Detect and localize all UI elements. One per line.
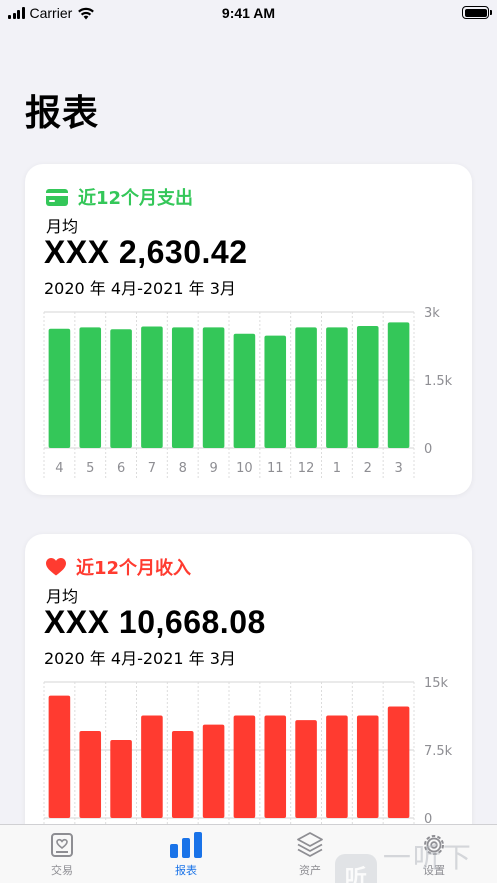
bar-1[interactable] <box>326 327 348 449</box>
bar-11[interactable] <box>264 335 287 449</box>
x-tick-label: 3 <box>394 461 402 476</box>
bar-8[interactable] <box>171 730 194 819</box>
x-tick-label: 6 <box>117 461 125 476</box>
x-tick-label: 8 <box>179 461 187 476</box>
x-tick-label: 2 <box>364 461 372 476</box>
bar-6[interactable] <box>110 329 132 449</box>
x-tick-label: 7 <box>148 461 156 476</box>
bar-12[interactable] <box>295 720 317 819</box>
income-card[interactable]: 近12个月收入 月均 XXX 10,668.08 2020 年 4月-2021 … <box>25 534 472 874</box>
watermark: 听 一听下载 <box>335 836 497 883</box>
bar-4[interactable] <box>48 328 71 449</box>
status-time: 9:41 AM <box>221 5 276 21</box>
tab-transactions[interactable]: 交易 <box>22 831 102 878</box>
bar-3[interactable] <box>387 322 410 449</box>
bar-5[interactable] <box>79 730 102 819</box>
x-tick-label: 1 <box>333 461 341 476</box>
x-tick-label: 10 <box>236 461 253 476</box>
bar-5[interactable] <box>79 327 102 449</box>
bar-9[interactable] <box>202 327 225 449</box>
bar-12[interactable] <box>295 327 317 449</box>
watermark-badge: 听 <box>335 854 377 883</box>
bar-chart-icon <box>170 832 202 858</box>
layers-icon <box>297 832 323 857</box>
bar-3[interactable] <box>387 706 410 819</box>
tab-reports-label: 报表 <box>175 864 197 877</box>
y-tick-label: 1.5k <box>424 374 453 389</box>
transactions-icon <box>51 833 73 857</box>
bar-2[interactable] <box>356 326 379 449</box>
expense-bar-chart: 3k1.5k04 5 6 7 8 9 10 11 12 1 2 3 <box>43 306 453 478</box>
y-tick-label: 0 <box>424 442 432 457</box>
page-title: 报表 <box>25 93 100 134</box>
bar-2[interactable] <box>356 715 379 819</box>
tab-reports[interactable]: 报表 <box>146 831 226 878</box>
bar-8[interactable] <box>171 327 194 449</box>
bar-7[interactable] <box>141 715 163 819</box>
bar-6[interactable] <box>110 740 132 819</box>
bar-4[interactable] <box>48 695 71 819</box>
y-tick-label: 7.5k <box>424 744 453 759</box>
income-bar-chart: 15k7.5k0456789101112123 <box>43 676 453 848</box>
bar-7[interactable] <box>141 326 163 449</box>
tab-assets-label: 资产 <box>299 864 321 877</box>
bar-9[interactable] <box>202 724 225 819</box>
y-tick-label: 15k <box>424 676 449 691</box>
bar-1[interactable] <box>326 715 348 819</box>
bar-11[interactable] <box>264 715 287 819</box>
bar-10[interactable] <box>233 715 256 819</box>
tab-transactions-label: 交易 <box>51 864 73 877</box>
status-bar: Carrier 9:41 AM <box>0 0 497 26</box>
battery-icon <box>462 6 492 19</box>
bar-10[interactable] <box>233 333 256 449</box>
x-tick-label: 11 <box>267 461 284 476</box>
watermark-text: 一听下载 <box>382 841 473 883</box>
y-tick-label: 3k <box>424 306 440 321</box>
x-tick-label: 4 <box>55 461 63 476</box>
x-tick-label: 9 <box>209 461 217 476</box>
x-tick-label: 12 <box>298 461 315 476</box>
x-tick-label: 5 <box>86 461 94 476</box>
expense-card[interactable]: 近12个月支出 月均 XXX 2,630.42 2020 年 4月-2021 年… <box>25 164 472 495</box>
